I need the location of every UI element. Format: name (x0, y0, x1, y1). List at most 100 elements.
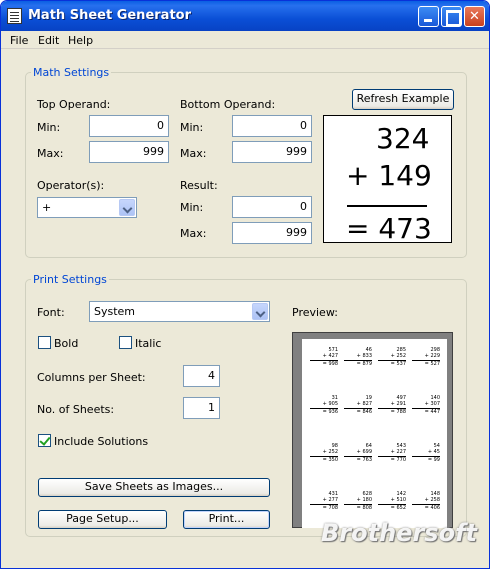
preview-problem: 142 + 510 = 652 (378, 491, 406, 511)
example-top: 324 (376, 122, 430, 155)
maximize-button[interactable] (441, 6, 462, 27)
preview-page: 571 + 427 = 998 46 + 833 = 879 285 + 252 = 537 29… (302, 339, 447, 528)
preview-problem: 571 + 427 = 998 (310, 347, 338, 367)
page-setup-button[interactable]: Page Setup... (38, 510, 167, 529)
app-icon[interactable] (7, 8, 22, 24)
result-min-label: Min: (180, 201, 204, 214)
preview-problem-result: = 447 (412, 408, 440, 415)
preview-problem-bottom: + 827 (356, 401, 372, 407)
top-max-label: Max: (37, 147, 64, 160)
operator-select[interactable]: + (37, 197, 137, 218)
print-preview: 571 + 427 = 998 46 + 833 = 879 285 + 252 = 537 29… (292, 332, 453, 528)
example-divider (347, 205, 427, 207)
preview-problem: 19 + 827 = 846 (344, 395, 372, 415)
preview-problem-result: = 527 (412, 360, 440, 367)
preview-problem: 31 + 905 = 936 (310, 395, 338, 415)
preview-problem-bottom: + 45 (427, 449, 440, 455)
preview-problem: 64 + 699 = 763 (344, 443, 372, 463)
preview-problem-result: = 652 (378, 504, 406, 511)
preview-problem-bottom: + 227 (390, 449, 406, 455)
preview-problem-result: = 708 (310, 504, 338, 511)
preview-problem-result: = 99 (412, 456, 440, 463)
bottom-max-label: Max: (180, 147, 207, 160)
preview-problem-result: = 763 (344, 456, 372, 463)
math-settings-legend: Math Settings (31, 66, 112, 79)
print-button[interactable]: Print... (183, 510, 270, 529)
title-bar[interactable]: Math Sheet Generator ✕ (1, 1, 489, 31)
app-window: Math Sheet Generator ✕ File Edit Help Ma… (0, 0, 490, 569)
preview-problem-bottom: + 277 (322, 497, 338, 503)
columns-label: Columns per Sheet: (37, 371, 146, 384)
preview-problem-result: = 998 (310, 360, 338, 367)
minimize-button[interactable] (418, 6, 439, 27)
preview-problem-bottom: + 291 (390, 401, 406, 407)
chevron-down-icon[interactable] (252, 303, 268, 320)
preview-problem: 98 + 252 = 350 (310, 443, 338, 463)
chevron-down-icon[interactable] (119, 199, 135, 216)
preview-label: Preview: (292, 306, 338, 319)
sheets-field[interactable]: 1 (183, 397, 220, 419)
preview-problem-result: = 936 (310, 408, 338, 415)
bottom-min-field[interactable]: 0 (232, 115, 312, 137)
result-label: Result: (180, 179, 218, 192)
preview-problem: 431 + 277 = 708 (310, 491, 338, 511)
bottom-operand-label: Bottom Operand: (180, 98, 276, 111)
preview-problem-result: = 406 (412, 504, 440, 511)
preview-problem-bottom: + 252 (390, 353, 406, 359)
preview-problem-bottom: + 258 (424, 497, 440, 503)
menu-bar: File Edit Help (1, 31, 489, 49)
top-min-field[interactable]: 0 (89, 115, 169, 137)
print-settings-legend: Print Settings (31, 273, 109, 286)
font-select-value: System (94, 305, 136, 318)
window-title: Math Sheet Generator (28, 8, 191, 23)
result-min-field[interactable]: 0 (232, 196, 312, 218)
top-max-field[interactable]: 999 (89, 141, 169, 163)
example-result: = 473 (346, 212, 432, 245)
preview-problem: 497 + 291 = 788 (378, 395, 406, 415)
menu-file[interactable]: File (10, 34, 28, 47)
bold-checkbox[interactable] (38, 336, 51, 349)
preview-problem: 140 + 307 = 447 (412, 395, 440, 415)
preview-problem: 54 + 45 = 99 (412, 443, 440, 463)
operators-label: Operator(s): (37, 179, 105, 192)
refresh-example-button[interactable]: Refresh Example (352, 89, 454, 110)
sheets-label: No. of Sheets: (37, 403, 115, 416)
preview-problem-result: = 879 (344, 360, 372, 367)
preview-problem-bottom: + 833 (356, 353, 372, 359)
preview-problem-bottom: + 905 (322, 401, 338, 407)
bottom-min-label: Min: (180, 121, 204, 134)
preview-problem: 628 + 180 = 808 (344, 491, 372, 511)
font-label: Font: (37, 306, 65, 319)
include-solutions-label[interactable]: Include Solutions (54, 435, 148, 448)
columns-field[interactable]: 4 (183, 365, 220, 387)
menu-edit[interactable]: Edit (38, 34, 59, 47)
bold-label[interactable]: Bold (54, 337, 78, 350)
italic-checkbox[interactable] (119, 336, 132, 349)
italic-label[interactable]: Italic (135, 337, 161, 350)
preview-problem-bottom: + 229 (424, 353, 440, 359)
preview-problem: 543 + 227 = 770 (378, 443, 406, 463)
top-min-label: Min: (37, 121, 61, 134)
close-button[interactable]: ✕ (464, 6, 485, 27)
preview-problem-result: = 770 (378, 456, 406, 463)
preview-problem: 46 + 833 = 879 (344, 347, 372, 367)
preview-problem-result: = 846 (344, 408, 372, 415)
result-max-label: Max: (180, 227, 207, 240)
bottom-max-field[interactable]: 999 (232, 141, 312, 163)
preview-problem: 285 + 252 = 537 (378, 347, 406, 367)
result-max-field[interactable]: 999 (232, 222, 312, 244)
preview-problem: 298 + 229 = 527 (412, 347, 440, 367)
include-solutions-checkbox[interactable] (38, 434, 51, 447)
watermark-logo: Brothersoft (321, 519, 477, 547)
preview-problem-bottom: + 427 (322, 353, 338, 359)
close-icon: ✕ (469, 9, 480, 24)
font-select[interactable]: System (89, 301, 270, 322)
menu-help[interactable]: Help (68, 34, 93, 47)
save-images-button[interactable]: Save Sheets as Images... (38, 478, 270, 497)
operator-select-value: + (42, 201, 52, 214)
top-operand-label: Top Operand: (37, 98, 111, 111)
example-problem: 324 + 149 = 473 (323, 115, 452, 245)
preview-problem-bottom: + 180 (356, 497, 372, 503)
preview-problem-bottom: + 699 (356, 449, 372, 455)
preview-problem-result: = 788 (378, 408, 406, 415)
